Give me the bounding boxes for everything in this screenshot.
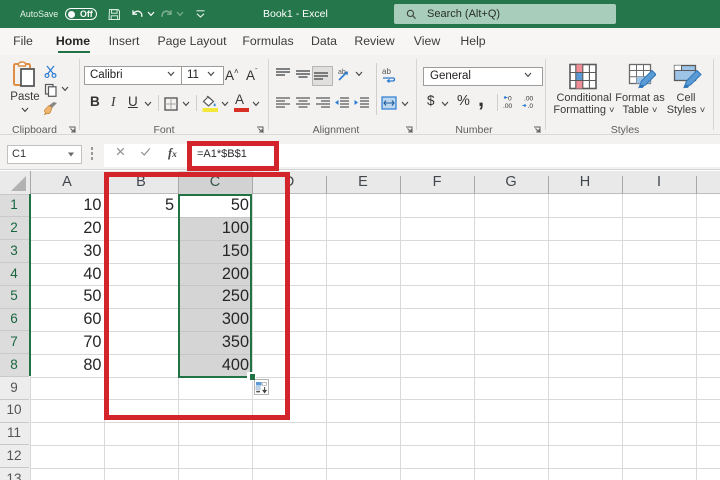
svg-text:.00: .00 xyxy=(524,96,533,103)
svg-text:.0: .0 xyxy=(528,103,534,109)
svg-text:.00: .00 xyxy=(503,103,512,109)
svg-text:ab: ab xyxy=(382,67,391,76)
svg-text:ab: ab xyxy=(338,69,346,76)
svg-text:0: 0 xyxy=(508,96,512,103)
